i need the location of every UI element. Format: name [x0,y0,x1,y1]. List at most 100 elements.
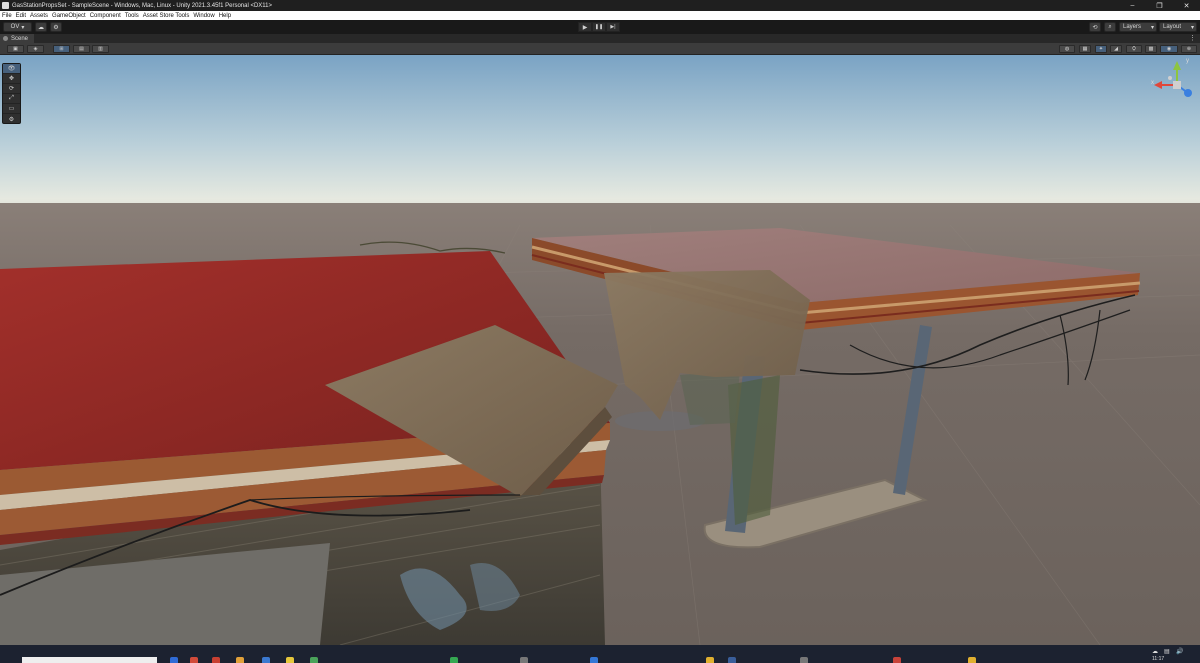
network-icon[interactable]: ▤ [1164,648,1170,655]
menu-file[interactable]: File [2,13,12,19]
transform-tool-button[interactable]: ⚙ [3,114,20,124]
menu-asset-store-tools[interactable]: Asset Store Tools [143,13,190,19]
taskbar-app-icon[interactable] [968,657,976,663]
taskbar-app-icon[interactable] [262,657,270,663]
taskbar-app-icon[interactable] [706,657,714,663]
grid-plane-icon: ▥ [98,46,103,52]
play-icon: ▶ [582,24,588,31]
cloud-button[interactable]: ☁ [35,22,47,32]
taskbar-app-icon[interactable] [800,657,808,663]
tab-scene[interactable]: Scene [0,34,35,43]
unity-logo-icon [2,2,9,9]
rotate-icon: ⟳ [8,86,15,92]
audio-icon: ◢ [1114,46,1118,52]
scene-viewport[interactable] [0,55,1200,645]
menu-bar: File Edit Assets GameObject Component To… [0,11,1200,20]
menu-help[interactable]: Help [219,13,231,19]
shading-icon: ◍ [1064,46,1070,52]
snap-increment-dropdown[interactable]: ▤ [73,45,90,53]
layout-label: Layout [1163,24,1182,30]
2d-icon: ▦ [1082,46,1088,52]
taskbar-app-icon[interactable] [236,657,244,663]
menu-gameobject[interactable]: GameObject [52,13,86,19]
minimize-button[interactable]: – [1119,0,1146,11]
search-button[interactable]: ⌕ [1104,22,1116,32]
camera-icon: ◉ [1166,46,1172,52]
taskbar-app-icon[interactable] [450,657,458,663]
lighting-toggle[interactable]: ✦ [1095,45,1107,53]
chevron-down-icon: ▾ [21,24,25,31]
gizmo-x-label: x [1151,80,1154,86]
rect-tool-button[interactable]: ▭ [3,104,20,114]
layout-dropdown[interactable]: Layout ▾ [1159,22,1197,32]
step-button[interactable]: ▶| [606,22,620,32]
view-tool-button[interactable]: 👁 [3,64,20,74]
menu-tools[interactable]: Tools [125,13,139,19]
account-dropdown[interactable]: OV ▾ [3,22,32,32]
menu-window[interactable]: Window [193,13,214,19]
grid-snap-dropdown[interactable]: ⊞ [53,45,70,53]
close-button[interactable]: ✕ [1173,0,1200,11]
undo-history-button[interactable]: ⟲ [1089,22,1101,32]
pivot-icon: ◈ [33,46,38,52]
main-toolbar: OV ▾ ☁ ⚙ ▶ ❚❚ ▶| ⟲ ⌕ Layers ▾ Layout ▾ [0,20,1200,34]
taskbar-app-icon[interactable] [310,657,318,663]
effects-icon: ⛭ [1131,46,1136,52]
title-bar: GasStationPropsSet - SampleScene - Windo… [0,0,1200,11]
shading-mode-dropdown[interactable]: ◍ [1059,45,1075,53]
history-icon: ⟲ [1092,24,1098,31]
draw-mode-icon: ▣ [13,46,18,52]
scene-view-toolbar: ▣ ◈ ⊞ ▤ ▥ ◍ ▦ ✦ ◢ ⛭ ▩ ◉ ⊕ [0,43,1200,55]
menu-assets[interactable]: Assets [30,13,48,19]
grid-plane-dropdown[interactable]: ▥ [92,45,109,53]
play-controls: ▶ ❚❚ ▶| [578,22,620,32]
gizmos-dropdown[interactable]: ⊕ [1181,45,1197,53]
taskbar-app-icon[interactable] [728,657,736,663]
move-tool-button[interactable]: ✥ [3,74,20,84]
os-taskbar: ☁ ▤ 🔊 11:17 [0,645,1200,663]
taskbar-search-box[interactable] [22,657,157,663]
step-icon: ▶| [610,24,616,30]
taskbar-app-icon[interactable] [190,657,198,663]
clock[interactable]: 11:17 [1152,656,1164,662]
window-controls: – ❐ ✕ [1119,0,1200,11]
menu-edit[interactable]: Edit [16,13,26,19]
visibility-icon: ▩ [1148,46,1154,52]
play-button[interactable]: ▶ [578,22,592,32]
layers-dropdown[interactable]: Layers ▾ [1119,22,1157,32]
scale-tool-button[interactable]: ⤢ [3,94,20,104]
2d-toggle[interactable]: ▦ [1079,45,1091,53]
taskbar-app-icon[interactable] [212,657,220,663]
scale-icon: ⤢ [9,95,14,101]
volume-icon[interactable]: 🔊 [1176,648,1183,655]
orientation-gizmo[interactable]: y x [1150,58,1198,108]
rotate-tool-button[interactable]: ⟳ [3,84,20,94]
transform-icon: ⚙ [8,116,15,123]
pivot-dropdown[interactable]: ◈ [27,45,44,53]
chevron-down-icon: ▾ [1150,24,1154,31]
taskbar-app-icon[interactable] [893,657,901,663]
rect-icon: ▭ [8,106,15,112]
more-options-icon[interactable]: ⋮ [1189,34,1196,42]
camera-settings-dropdown[interactable]: ◉ [1160,45,1178,53]
audio-toggle[interactable]: ◢ [1110,45,1122,53]
scene-render [0,55,1200,645]
onedrive-icon[interactable]: ☁ [1152,648,1158,655]
taskbar-app-icon[interactable] [170,657,178,663]
move-icon: ✥ [8,76,15,82]
taskbar-app-icon[interactable] [590,657,598,663]
cloud-icon: ☁ [38,24,44,31]
eye-icon: 👁 [7,66,16,72]
effects-dropdown[interactable]: ⛭ [1126,45,1142,53]
account-label: OV [10,24,20,30]
pause-button[interactable]: ❚❚ [592,22,606,32]
hidden-objects-toggle[interactable]: ▩ [1145,45,1157,53]
menu-component[interactable]: Component [90,13,121,19]
taskbar-app-icon[interactable] [520,657,528,663]
tab-scene-label: Scene [11,35,29,42]
scene-icon [3,36,8,41]
taskbar-app-icon[interactable] [286,657,294,663]
maximize-button[interactable]: ❐ [1146,0,1173,11]
collab-button[interactable]: ⚙ [50,22,62,32]
draw-mode-dropdown[interactable]: ▣ [7,45,24,53]
